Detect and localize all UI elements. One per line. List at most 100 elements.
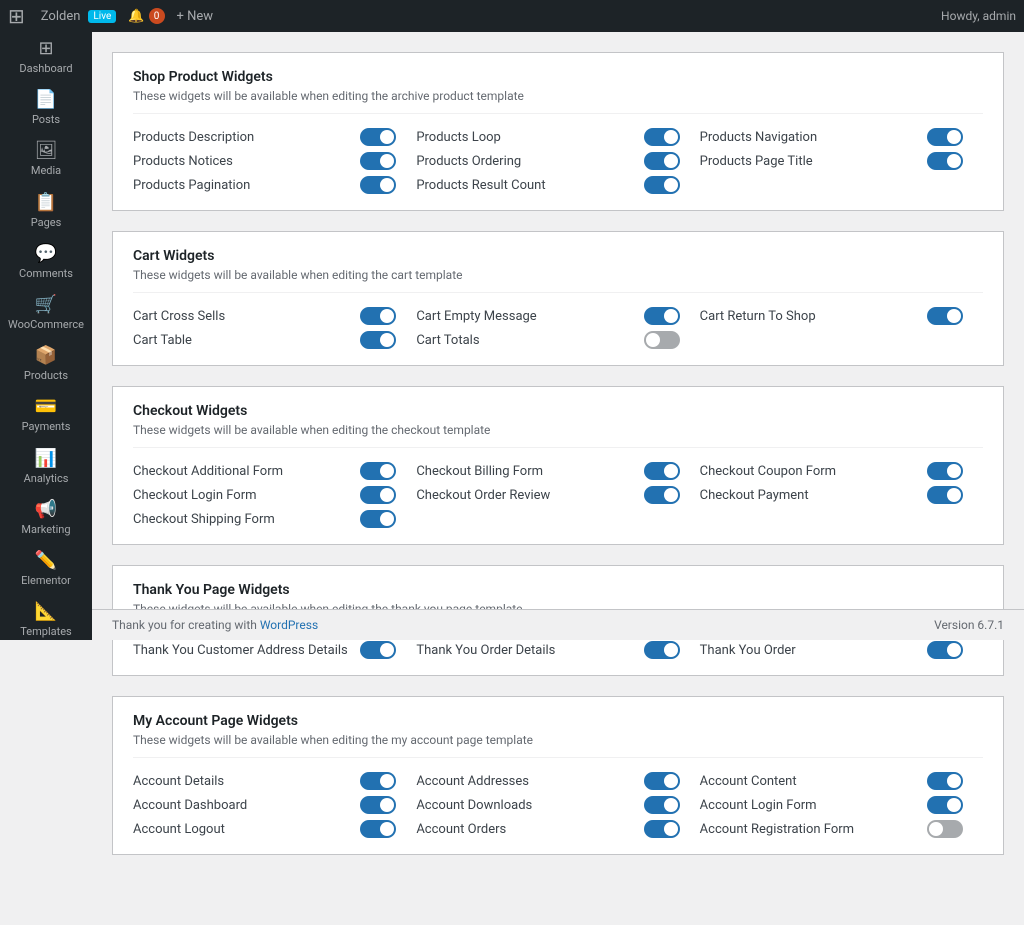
widget-item: Products Notices (133, 152, 416, 170)
my-account-title: My Account Page Widgets (133, 713, 983, 729)
toggle-cart-totals[interactable] (644, 331, 680, 349)
my-account-col-2: Account Content Account Login Form Accou… (700, 772, 983, 838)
cart-section: Cart Widgets These widgets will be avail… (112, 231, 1004, 366)
cart-col-2: Cart Return To Shop (700, 307, 983, 349)
widget-item: Checkout Billing Form (416, 462, 699, 480)
widget-item: Account Details (133, 772, 416, 790)
toggle-checkout-payment[interactable] (927, 486, 963, 504)
marketing-icon: 📢 (35, 501, 57, 519)
widget-item: Checkout Additional Form (133, 462, 416, 480)
widget-item: Cart Totals (416, 331, 699, 349)
sidebar-item-woocommerce[interactable]: 🛒 WooCommerce (0, 288, 92, 339)
toggle-products-loop[interactable] (644, 128, 680, 146)
widget-item: Thank You Order Details (416, 641, 699, 659)
thank-you-grid: Thank You Customer Address Details Thank… (133, 641, 983, 659)
new-button[interactable]: + New (177, 9, 214, 24)
toggle-products-notices[interactable] (360, 152, 396, 170)
main-content: Shop Product Widgets These widgets will … (92, 32, 1024, 925)
toggle-account-registration-form[interactable] (927, 820, 963, 838)
toggle-account-login-form[interactable] (927, 796, 963, 814)
wordpress-link[interactable]: WordPress (260, 618, 318, 632)
toggle-cart-cross-sells[interactable] (360, 307, 396, 325)
checkout-title: Checkout Widgets (133, 403, 983, 419)
sidebar-item-media[interactable]: 🖼 Media (0, 134, 92, 185)
my-account-desc: These widgets will be available when edi… (133, 733, 983, 758)
toggle-products-pagination[interactable] (360, 176, 396, 194)
widget-item: Account Orders (416, 820, 699, 838)
shop-product-grid: Products Description Products Notices Pr… (133, 128, 983, 194)
toggle-thank-you-order-details[interactable] (644, 641, 680, 659)
shop-product-title: Shop Product Widgets (133, 69, 983, 85)
toggle-products-ordering[interactable] (644, 152, 680, 170)
toggle-checkout-coupon-form[interactable] (927, 462, 963, 480)
wp-logo-icon[interactable]: ⊞ (8, 4, 25, 28)
shop-product-section: Shop Product Widgets These widgets will … (112, 52, 1004, 211)
notifications-item[interactable]: 🔔 0 (128, 8, 164, 24)
checkout-desc: These widgets will be available when edi… (133, 423, 983, 448)
toggle-products-result-count[interactable] (644, 176, 680, 194)
widget-item: Account Addresses (416, 772, 699, 790)
checkout-grid: Checkout Additional Form Checkout Login … (133, 462, 983, 528)
payments-icon: 💳 (35, 398, 57, 416)
sidebar: ⊞ Dashboard 📄 Posts 🖼 Media 📋 Pages 💬 Co… (0, 32, 92, 640)
toggle-products-page-title[interactable] (927, 152, 963, 170)
toggle-account-downloads[interactable] (644, 796, 680, 814)
widget-item: Account Content (700, 772, 983, 790)
widget-item: Cart Table (133, 331, 416, 349)
checkout-section: Checkout Widgets These widgets will be a… (112, 386, 1004, 545)
toggle-checkout-billing-form[interactable] (644, 462, 680, 480)
sidebar-item-pages[interactable]: 📋 Pages (0, 186, 92, 237)
sidebar-item-marketing[interactable]: 📢 Marketing (0, 493, 92, 544)
sidebar-item-posts[interactable]: 📄 Posts (0, 83, 92, 134)
posts-icon: 📄 (35, 91, 57, 109)
cart-desc: These widgets will be available when edi… (133, 268, 983, 293)
toggle-cart-return-to-shop[interactable] (927, 307, 963, 325)
widget-item: Account Registration Form (700, 820, 983, 838)
widget-item: Checkout Login Form (133, 486, 416, 504)
widget-item: Cart Cross Sells (133, 307, 416, 325)
checkout-col-1: Checkout Billing Form Checkout Order Rev… (416, 462, 699, 528)
sidebar-item-payments[interactable]: 💳 Payments (0, 390, 92, 441)
thank-you-title: Thank You Page Widgets (133, 582, 983, 598)
toggle-thank-you-customer-address[interactable] (360, 641, 396, 659)
sidebar-item-products[interactable]: 📦 Products (0, 339, 92, 390)
sidebar-item-templates[interactable]: 📐 Templates (0, 595, 92, 640)
toggle-account-dashboard[interactable] (360, 796, 396, 814)
products-icon: 📦 (35, 347, 57, 365)
widget-item: Thank You Customer Address Details (133, 641, 416, 659)
toggle-cart-table[interactable] (360, 331, 396, 349)
toggle-thank-you-order[interactable] (927, 641, 963, 659)
toggle-account-addresses[interactable] (644, 772, 680, 790)
widget-item: Checkout Payment (700, 486, 983, 504)
live-badge: Live (88, 10, 116, 23)
my-account-grid: Account Details Account Dashboard Accoun… (133, 772, 983, 838)
widget-item: Products Pagination (133, 176, 416, 194)
toggle-account-details[interactable] (360, 772, 396, 790)
toggle-account-logout[interactable] (360, 820, 396, 838)
toggle-cart-empty-message[interactable] (644, 307, 680, 325)
toggle-checkout-shipping-form[interactable] (360, 510, 396, 528)
checkout-col-2: Checkout Coupon Form Checkout Payment (700, 462, 983, 528)
sidebar-item-dashboard[interactable]: ⊞ Dashboard (0, 32, 92, 83)
sidebar-item-analytics[interactable]: 📊 Analytics (0, 442, 92, 493)
toggle-products-navigation[interactable] (927, 128, 963, 146)
toggle-account-orders[interactable] (644, 820, 680, 838)
my-account-col-1: Account Addresses Account Downloads Acco… (416, 772, 699, 838)
cart-col-0: Cart Cross Sells Cart Table (133, 307, 416, 349)
toggle-checkout-order-review[interactable] (644, 486, 680, 504)
toggle-checkout-login-form[interactable] (360, 486, 396, 504)
sidebar-item-comments[interactable]: 💬 Comments (0, 237, 92, 288)
toggle-account-content[interactable] (927, 772, 963, 790)
toggle-checkout-additional-form[interactable] (360, 462, 396, 480)
sidebar-item-elementor[interactable]: ✏️ Elementor (0, 544, 92, 595)
toggle-products-description[interactable] (360, 128, 396, 146)
cart-col-1: Cart Empty Message Cart Totals (416, 307, 699, 349)
thank-you-col-2: Thank You Order (700, 641, 983, 659)
footer-text: Thank you for creating with WordPress (112, 618, 318, 632)
elementor-icon: ✏️ (35, 552, 57, 570)
widget-item: Checkout Order Review (416, 486, 699, 504)
howdy-text: Howdy, admin (941, 9, 1016, 23)
shop-product-col-0: Products Description Products Notices Pr… (133, 128, 416, 194)
footer-bar: Thank you for creating with WordPress Ve… (92, 609, 1024, 640)
site-name[interactable]: Zolden Live (41, 9, 117, 24)
